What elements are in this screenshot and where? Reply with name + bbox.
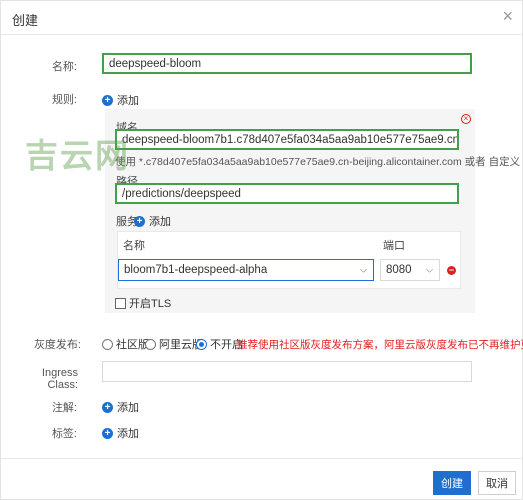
chevron-down-icon: ⌵ <box>360 264 367 275</box>
close-icon[interactable]: × <box>502 6 513 26</box>
add-service-label: 添加 <box>149 216 171 228</box>
dialog-header: 创建 × <box>1 1 522 35</box>
service-select-value: bloom7b1-deepspeed-alpha <box>124 264 268 276</box>
canary-option-off[interactable]: 不开启 <box>196 336 243 352</box>
add-service-button[interactable]: + 添加 <box>134 213 171 229</box>
radio-selected-icon <box>196 338 207 350</box>
create-button[interactable]: 创建 <box>433 471 471 495</box>
canary-warning: 推荐使用社区版灰度发布方案，阿里云版灰度发布已不再维护更新 <box>237 339 523 351</box>
radio-icon <box>145 338 156 350</box>
name-input[interactable]: deepspeed-bloom <box>102 53 472 74</box>
canary-option-community[interactable]: 社区版 <box>102 336 149 352</box>
create-dialog: 创建 × 名称: deepspeed-bloom 规则: + 添加 × 域名 d… <box>0 0 523 500</box>
domain-input[interactable]: deepspeed-bloom7b1.c78d407e5fa034a5aa9ab… <box>115 129 459 150</box>
labels-label: 标签: <box>51 428 77 440</box>
canary-label: 灰度发布: <box>33 339 81 351</box>
port-select[interactable]: 8080 ⌵ <box>380 259 440 281</box>
annotations-label: 注解: <box>51 402 77 414</box>
cancel-button[interactable]: 取消 <box>478 471 516 495</box>
add-annotation-label: 添加 <box>117 402 139 414</box>
checkbox-icon <box>115 297 126 309</box>
radio-icon <box>102 338 113 350</box>
name-input-value: deepspeed-bloom <box>109 57 202 70</box>
plus-circle-icon: + <box>134 215 145 227</box>
ingress-class-label: Ingress Class: <box>41 367 78 391</box>
watermark-logo: 吉云网 <box>25 136 130 175</box>
tls-label: 开启TLS <box>129 298 172 310</box>
remove-rule-icon[interactable]: × <box>461 114 471 124</box>
port-select-value: 8080 <box>386 264 412 276</box>
canary-option-aliyun[interactable]: 阿里云版 <box>145 336 203 352</box>
domain-input-value: deepspeed-bloom7b1.c78d407e5fa034a5aa9ab… <box>122 133 459 146</box>
chevron-down-icon: ⌵ <box>426 264 433 275</box>
add-label-label: 添加 <box>117 428 139 440</box>
remove-service-icon[interactable]: − <box>447 266 456 275</box>
rules-label: 规则: <box>51 94 77 106</box>
path-input[interactable]: /predictions/deepspeed <box>115 183 459 204</box>
plus-circle-icon: + <box>102 401 113 413</box>
add-rule-label: 添加 <box>117 95 139 107</box>
add-label-button[interactable]: + 添加 <box>102 425 139 441</box>
plus-circle-icon: + <box>102 427 113 439</box>
path-input-value: /predictions/deepspeed <box>122 187 241 200</box>
plus-circle-icon: + <box>102 94 113 106</box>
dialog-footer: 创建 取消 <box>1 458 522 500</box>
add-rule-button[interactable]: + 添加 <box>102 92 139 108</box>
service-col-name: 名称 <box>123 240 145 252</box>
name-label: 名称: <box>51 61 77 73</box>
service-select[interactable]: bloom7b1-deepspeed-alpha ⌵ <box>118 259 374 281</box>
tls-checkbox[interactable]: 开启TLS <box>115 295 171 311</box>
ingress-class-input[interactable] <box>102 361 472 382</box>
dialog-title: 创建 <box>12 13 39 28</box>
add-annotation-button[interactable]: + 添加 <box>102 399 139 415</box>
domain-hint: 使用 *.c78d407e5fa034a5aa9ab10e577e75ae9.c… <box>115 156 521 168</box>
service-col-port: 端口 <box>383 240 405 252</box>
